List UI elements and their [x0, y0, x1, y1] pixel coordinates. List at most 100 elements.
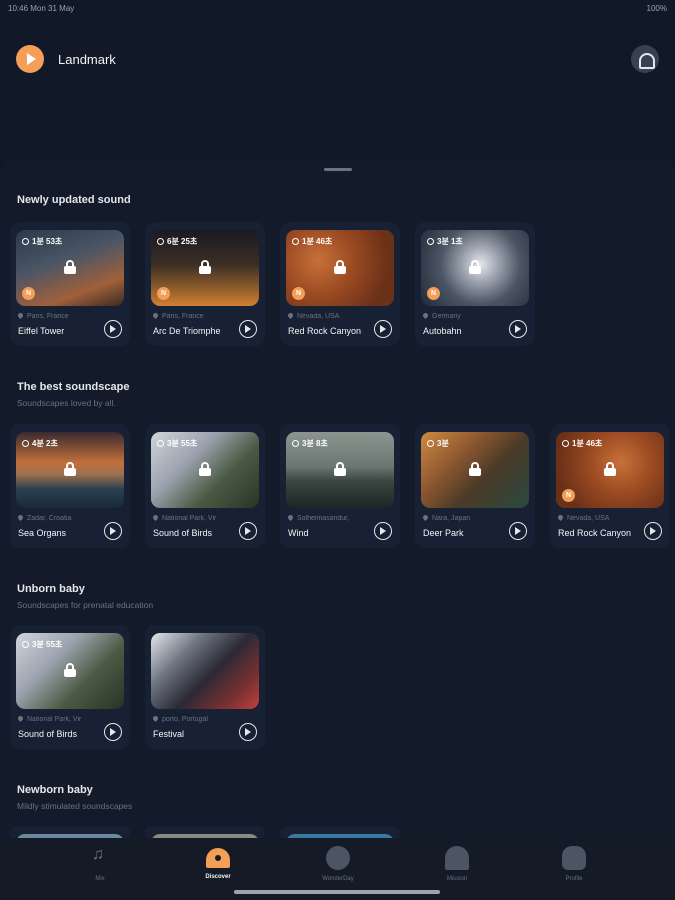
play-button[interactable] — [104, 320, 122, 338]
status-time: 10:46 Mon 31 May — [8, 4, 75, 13]
sound-card[interactable]: 3분 55초 National Park, Vir Sound of Birds — [10, 625, 130, 749]
autobahn-thumbnail: 3분 1초 N — [421, 230, 529, 306]
sound-card[interactable]: 3분 1초 N Germany Autobahn — [415, 222, 535, 346]
sound-card[interactable]: 4분 2초 Zadar, Croatia Sea Organs — [10, 424, 130, 548]
section-subtitle-unborn-baby: Soundscapes for prenatal education — [17, 600, 154, 610]
profile-switch-icon[interactable] — [631, 45, 659, 73]
sound-card[interactable]: 1분 53초 N Paris, France Eiffel Tower — [10, 222, 130, 346]
section-subtitle-newborn-baby: Mildly stimulated soundscapes — [17, 801, 133, 811]
location-pin-icon — [153, 716, 160, 723]
location-label: Paris, France — [18, 313, 100, 320]
clock-icon — [427, 440, 434, 447]
sound-card[interactable]: 3분 Nara, Japan Deer Park — [415, 424, 535, 548]
location-label: porto, Portugal — [153, 716, 235, 723]
sound-card[interactable]: 1분 46초 N Nevada, USA Red Rock Canyon — [550, 424, 670, 548]
play-button[interactable] — [239, 320, 257, 338]
sound-card[interactable]: 6분 25초 N Paris, France Arc De Triomphe — [145, 222, 265, 346]
location-label: Nevada, USA — [288, 313, 370, 320]
clock-icon — [157, 238, 164, 245]
location-label: Nevada, USA — [558, 515, 640, 522]
card-title: Sound of Birds — [153, 528, 213, 538]
new-badge: N — [427, 287, 440, 300]
card-title: Sound of Birds — [18, 729, 78, 739]
sound-card[interactable]: 3분 8초 Solheimasandur, Wind — [280, 424, 400, 548]
location-pin-icon — [288, 515, 295, 522]
play-button[interactable] — [239, 723, 257, 741]
tab-label: Mission — [446, 876, 468, 882]
lock-icon — [334, 260, 346, 274]
location-pin-icon — [288, 313, 295, 320]
lock-icon — [199, 462, 211, 476]
red-rock-canyon-thumbnail: 1분 46초 N — [286, 230, 394, 306]
location-pin-icon — [18, 515, 25, 522]
location-pin-icon — [18, 716, 25, 723]
card-title: Eiffel Tower — [18, 326, 65, 336]
duration-label: 4분 2초 — [22, 438, 58, 449]
header: Landmark — [0, 44, 675, 76]
location-label: Solheimasandur, — [288, 515, 370, 522]
play-button[interactable] — [509, 522, 527, 540]
location-pin-icon — [18, 313, 25, 320]
play-button[interactable] — [374, 522, 392, 540]
location-label: Paris, France — [153, 313, 235, 320]
sea-organs-thumbnail: 4분 2초 — [16, 432, 124, 508]
tab-profile[interactable]: Profile — [534, 846, 614, 882]
sheet-grabber[interactable] — [324, 168, 352, 171]
eiffel-tower-thumbnail: 1분 53초 N — [16, 230, 124, 306]
clock-icon — [157, 440, 164, 447]
tab-mix[interactable]: Mix — [60, 846, 140, 882]
sound-card[interactable]: 1분 46초 N Nevada, USA Red Rock Canyon — [280, 222, 400, 346]
location-label: National Park, Vir — [18, 716, 100, 723]
battery-status: 100% — [646, 4, 667, 13]
play-button[interactable] — [239, 522, 257, 540]
location-pin-icon — [153, 515, 160, 522]
play-button[interactable] — [104, 723, 122, 741]
card-title: Festival — [153, 729, 185, 739]
duration-label: 3분 55초 — [157, 438, 197, 449]
new-badge: N — [562, 489, 575, 502]
duration-label: 3분 8초 — [292, 438, 328, 449]
location-label: National Park, Vir — [153, 515, 235, 522]
home-indicator — [234, 890, 440, 894]
location-label: Germany — [423, 313, 505, 320]
sound-card[interactable]: 3분 55초 National Park, Vir Sound of Birds — [145, 424, 265, 548]
new-badge: N — [292, 287, 305, 300]
card-title: Sea Organs — [18, 528, 67, 538]
status-bar: 10:46 Mon 31 May 100% — [0, 0, 675, 16]
clock-icon — [292, 440, 299, 447]
clock-icon — [562, 440, 569, 447]
duration-label: 3분 — [427, 438, 449, 449]
play-button[interactable] — [104, 522, 122, 540]
duration-label: 1분 46초 — [562, 438, 602, 449]
wonderday-icon — [326, 846, 350, 870]
play-logo-icon[interactable] — [16, 45, 44, 73]
profile-icon — [562, 846, 586, 870]
play-button[interactable] — [509, 320, 527, 338]
lock-icon — [604, 462, 616, 476]
play-button[interactable] — [644, 522, 662, 540]
lock-icon — [469, 260, 481, 274]
location-pin-icon — [153, 313, 160, 320]
lock-icon — [64, 462, 76, 476]
card-title: Deer Park — [423, 528, 464, 538]
lock-icon — [199, 260, 211, 274]
lock-icon — [64, 663, 76, 677]
discover-icon — [206, 848, 230, 868]
sound-card[interactable]: porto, Portugal Festival — [145, 625, 265, 749]
tab-mission[interactable]: Mission — [417, 846, 497, 882]
location-label: Zadar, Croatia — [18, 515, 100, 522]
location-label: Nara, Japan — [423, 515, 505, 522]
duration-label: 3분 1초 — [427, 236, 463, 247]
card-title: Arc De Triomphe — [153, 326, 221, 336]
location-pin-icon — [423, 313, 430, 320]
red-rock-canyon-thumbnail: 1분 46초 N — [556, 432, 664, 508]
clock-icon — [292, 238, 299, 245]
card-title: Red Rock Canyon — [558, 528, 632, 538]
clock-icon — [427, 238, 434, 245]
section-title-newborn-baby: Newborn baby — [17, 784, 93, 796]
tab-discover[interactable]: Discover — [178, 846, 258, 880]
play-button[interactable] — [374, 320, 392, 338]
tab-wonderday[interactable]: WonderDay — [298, 846, 378, 882]
music-notes-icon — [88, 846, 112, 870]
new-badge: N — [22, 287, 35, 300]
